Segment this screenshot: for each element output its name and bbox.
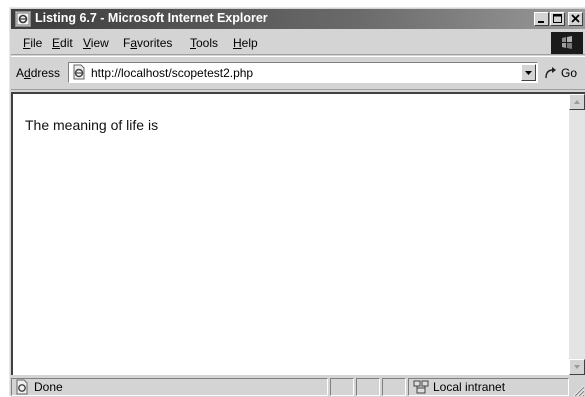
title-bar[interactable]: Listing 6.7 - Microsoft Internet Explore… [11, 9, 585, 29]
scroll-up-button[interactable] [569, 94, 585, 110]
arrow-up-icon [570, 95, 584, 109]
close-button[interactable] [568, 12, 583, 26]
minimize-button[interactable] [534, 12, 549, 26]
go-label: Go [561, 66, 578, 80]
zone-panel[interactable]: Local intranet [408, 378, 569, 396]
address-bar: Address http://localhost/scopetest2.php [11, 56, 585, 90]
browser-window: Listing 6.7 - Microsoft Internet Explore… [9, 7, 585, 397]
vertical-scrollbar[interactable] [569, 94, 585, 375]
address-label: Address [16, 66, 61, 80]
page-body-text: The meaning of life is [25, 117, 159, 133]
minimize-icon [535, 13, 548, 25]
arrow-down-icon [570, 360, 584, 374]
menu-file[interactable]: File [23, 36, 42, 50]
maximize-icon [551, 13, 564, 25]
address-input[interactable]: http://localhost/scopetest2.php [68, 62, 538, 83]
close-icon [569, 13, 582, 25]
status-text: Done [34, 380, 63, 394]
menu-bar: File Edit View Favorites Tools Help [11, 31, 585, 55]
address-dropdown-button[interactable] [521, 64, 536, 81]
menu-favorites[interactable]: Favorites [123, 36, 172, 50]
windows-logo-icon [551, 32, 583, 54]
ie-page-icon [71, 64, 87, 80]
page-content: The meaning of life is [11, 92, 585, 375]
chevron-down-icon [522, 65, 535, 80]
status-panel [330, 378, 354, 396]
resize-grip-icon[interactable] [571, 383, 585, 397]
window-title: Listing 6.7 - Microsoft Internet Explore… [35, 11, 268, 25]
scroll-down-button[interactable] [569, 359, 585, 375]
status-bar: Done Local intranet [11, 376, 585, 397]
address-url[interactable]: http://localhost/scopetest2.php [91, 66, 253, 80]
menu-edit[interactable]: Edit [52, 36, 73, 50]
zone-text: Local intranet [433, 380, 506, 394]
status-panel [356, 378, 380, 396]
ie-page-icon [14, 379, 30, 395]
maximize-button[interactable] [550, 12, 565, 26]
menu-help[interactable]: Help [233, 36, 258, 50]
status-message-panel: Done [11, 378, 328, 396]
menu-tools[interactable]: Tools [190, 36, 218, 50]
ie-page-icon[interactable] [15, 11, 31, 27]
go-arrow-icon [543, 65, 559, 81]
menu-view[interactable]: View [83, 36, 109, 50]
status-panel [382, 378, 406, 396]
go-button[interactable]: Go [543, 64, 585, 82]
intranet-computer-icon [413, 379, 429, 395]
